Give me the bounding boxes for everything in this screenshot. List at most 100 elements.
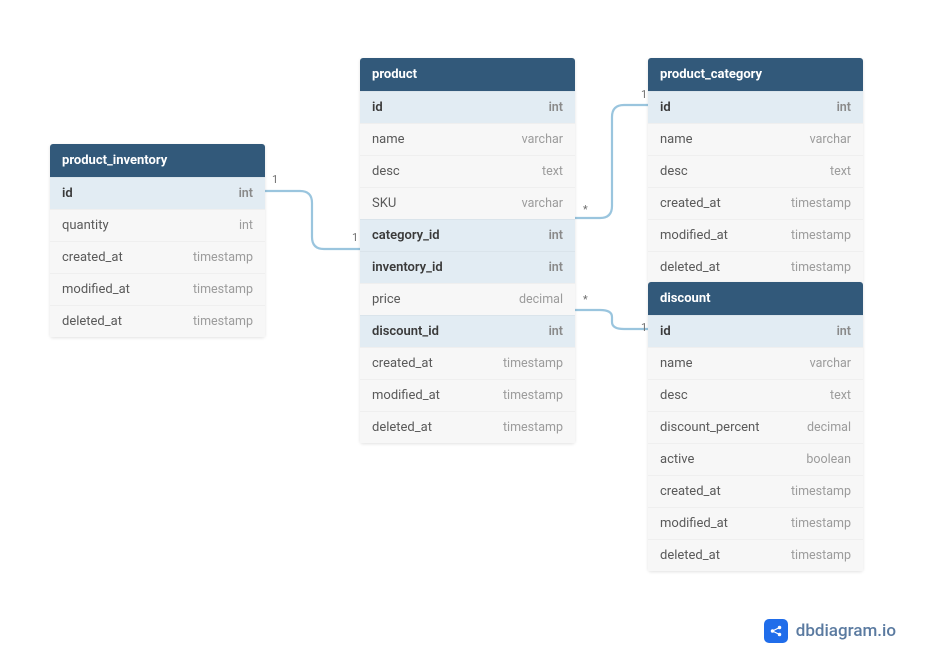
table-product[interactable]: product id int name varchar desc text SK… <box>360 58 575 443</box>
column-type: int <box>549 324 563 339</box>
column-name: modified_at <box>372 388 440 403</box>
column-type: int <box>837 324 851 339</box>
table-row[interactable]: created_at timestamp <box>648 475 863 507</box>
erd-canvas[interactable]: 1 1 * 1 * 1 product_inventory id int qua… <box>0 0 926 661</box>
table-row[interactable]: name varchar <box>648 123 863 155</box>
column-type: int <box>549 260 563 275</box>
table-title: product_inventory <box>50 144 265 177</box>
column-type: timestamp <box>503 356 563 371</box>
table-row[interactable]: deleted_at timestamp <box>648 539 863 571</box>
cardinality-label: * <box>580 203 591 216</box>
column-type: varchar <box>522 132 563 147</box>
table-row[interactable]: id int <box>360 91 575 123</box>
table-row[interactable]: desc text <box>360 155 575 187</box>
column-type: timestamp <box>193 314 253 329</box>
column-type: timestamp <box>791 260 851 275</box>
column-type: decimal <box>807 420 851 435</box>
table-product-category[interactable]: product_category id int name varchar des… <box>648 58 863 283</box>
table-row[interactable]: deleted_at timestamp <box>360 411 575 443</box>
column-name: created_at <box>62 250 123 265</box>
column-name: quantity <box>62 218 109 233</box>
cardinality-label: * <box>580 293 591 306</box>
column-name: id <box>372 100 383 115</box>
column-name: SKU <box>372 196 396 211</box>
share-icon <box>764 619 788 643</box>
table-row[interactable]: created_at timestamp <box>360 347 575 379</box>
column-name: desc <box>372 164 400 179</box>
table-row[interactable]: modified_at timestamp <box>648 219 863 251</box>
column-name: name <box>660 132 693 147</box>
column-name: inventory_id <box>372 260 443 275</box>
column-name: active <box>660 452 694 467</box>
table-row[interactable]: desc text <box>648 155 863 187</box>
table-row[interactable]: created_at timestamp <box>648 187 863 219</box>
table-row[interactable]: id int <box>648 315 863 347</box>
table-title: product_category <box>648 58 863 91</box>
brand-watermark: dbdiagram.io <box>764 619 896 643</box>
column-name: id <box>62 186 73 201</box>
column-type: boolean <box>806 452 851 467</box>
column-type: int <box>837 100 851 115</box>
table-row[interactable]: name varchar <box>360 123 575 155</box>
table-row[interactable]: id int <box>648 91 863 123</box>
table-row[interactable]: quantity int <box>50 209 265 241</box>
column-type: text <box>830 164 851 179</box>
column-name: discount_percent <box>660 420 760 435</box>
column-name: id <box>660 100 671 115</box>
column-type: int <box>239 186 253 201</box>
table-product-inventory[interactable]: product_inventory id int quantity int cr… <box>50 144 265 337</box>
table-row[interactable]: discount_percent decimal <box>648 411 863 443</box>
table-row[interactable]: price decimal <box>360 283 575 315</box>
column-name: created_at <box>660 196 721 211</box>
table-row[interactable]: active boolean <box>648 443 863 475</box>
column-type: int <box>549 228 563 243</box>
column-type: timestamp <box>791 196 851 211</box>
column-type: timestamp <box>193 250 253 265</box>
column-name: id <box>660 324 671 339</box>
column-name: desc <box>660 164 688 179</box>
table-title: product <box>360 58 575 91</box>
column-type: timestamp <box>193 282 253 297</box>
column-type: varchar <box>810 132 851 147</box>
column-type: text <box>542 164 563 179</box>
table-row[interactable]: desc text <box>648 379 863 411</box>
table-row[interactable]: deleted_at timestamp <box>648 251 863 283</box>
column-name: deleted_at <box>660 548 720 563</box>
column-name: deleted_at <box>62 314 122 329</box>
column-name: name <box>372 132 405 147</box>
column-type: timestamp <box>503 388 563 403</box>
column-name: desc <box>660 388 688 403</box>
table-row[interactable]: inventory_id int <box>360 251 575 283</box>
table-row[interactable]: modified_at timestamp <box>648 507 863 539</box>
table-row[interactable]: id int <box>50 177 265 209</box>
column-type: decimal <box>519 292 563 307</box>
column-type: text <box>830 388 851 403</box>
table-row[interactable]: SKU varchar <box>360 187 575 219</box>
column-type: timestamp <box>791 548 851 563</box>
table-row[interactable]: modified_at timestamp <box>360 379 575 411</box>
column-type: int <box>239 218 253 233</box>
table-row[interactable]: created_at timestamp <box>50 241 265 273</box>
table-row[interactable]: modified_at timestamp <box>50 273 265 305</box>
table-row[interactable]: deleted_at timestamp <box>50 305 265 337</box>
table-row[interactable]: name varchar <box>648 347 863 379</box>
table-row[interactable]: discount_id int <box>360 315 575 347</box>
column-name: deleted_at <box>372 420 432 435</box>
column-name: name <box>660 356 693 371</box>
column-name: created_at <box>660 484 721 499</box>
column-type: timestamp <box>791 516 851 531</box>
column-name: category_id <box>372 228 440 243</box>
column-name: modified_at <box>660 516 728 531</box>
column-type: varchar <box>810 356 851 371</box>
table-discount[interactable]: discount id int name varchar desc text d… <box>648 282 863 571</box>
table-row[interactable]: category_id int <box>360 219 575 251</box>
column-name: modified_at <box>660 228 728 243</box>
column-type: timestamp <box>503 420 563 435</box>
column-name: price <box>372 292 401 307</box>
column-name: deleted_at <box>660 260 720 275</box>
brand-text: dbdiagram.io <box>796 621 896 641</box>
column-type: timestamp <box>791 228 851 243</box>
column-name: created_at <box>372 356 433 371</box>
table-title: discount <box>648 282 863 315</box>
column-name: modified_at <box>62 282 130 297</box>
